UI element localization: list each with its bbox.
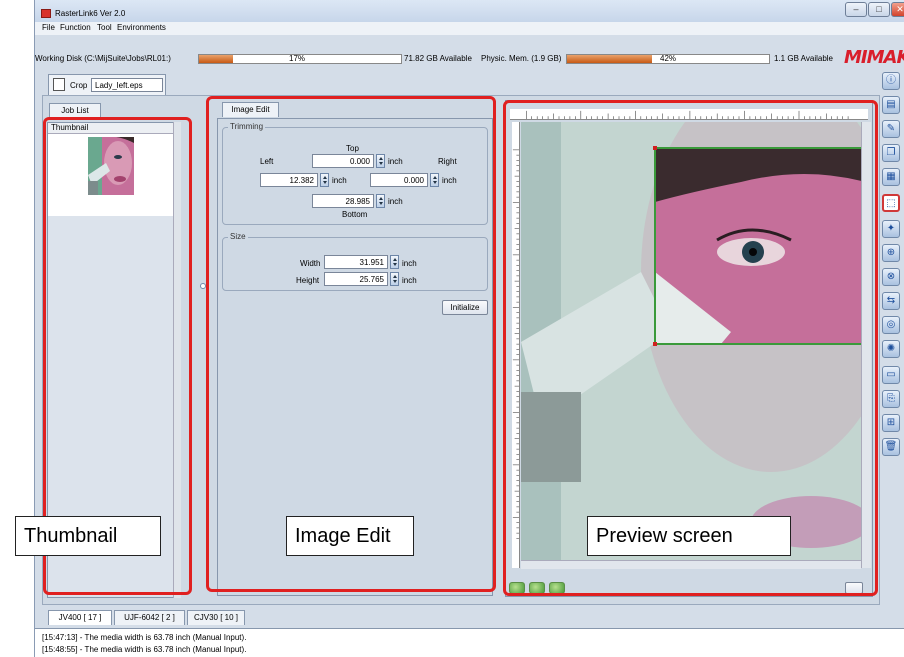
close-button[interactable]: ✕: [891, 2, 904, 17]
rip-and-print-icon[interactable]: ⇆: [882, 292, 900, 310]
job-tab[interactable]: Crop Lady_left.eps: [48, 74, 166, 95]
mimaki-logo: MIMAKI: [844, 47, 904, 68]
job-function-label: Crop: [70, 81, 88, 90]
message-log: [15:47:13] - The media width is 63.78 in…: [35, 628, 904, 657]
minimize-button[interactable]: –: [845, 2, 867, 17]
document-icon: [53, 78, 65, 91]
callout-thumbnail: Thumbnail: [15, 516, 161, 556]
menu-environments[interactable]: Environments: [117, 23, 166, 32]
copy-icon[interactable]: ⎘: [882, 390, 900, 408]
media-icon[interactable]: ▭: [882, 366, 900, 384]
print-icon[interactable]: ⊗: [882, 268, 900, 286]
disk-usage-fill: [199, 55, 234, 63]
rip-icon[interactable]: ⊕: [882, 244, 900, 262]
multiple-copies-icon[interactable]: ❐: [882, 144, 900, 162]
memory-available: 1.1 GB Available: [774, 54, 834, 63]
working-disk-label: Working Disk (C:\MijSuite\Jobs\RL01:): [35, 54, 171, 63]
app-icon: [41, 9, 51, 18]
window-title: RasterLink6 Ver 2.0: [55, 9, 126, 18]
menu-function[interactable]: Function: [60, 23, 91, 32]
title-bar: RasterLink6 Ver 2.0 – □ ✕: [35, 0, 904, 22]
layout-icon[interactable]: ▦: [882, 168, 900, 186]
memory-usage-fill: [567, 55, 652, 63]
info-icon[interactable]: ⓘ: [882, 72, 900, 90]
callout-image-edit: Image Edit: [286, 516, 414, 556]
menu-file[interactable]: File: [42, 23, 55, 32]
tile-icon[interactable]: ⊞: [882, 414, 900, 432]
maximize-button[interactable]: □: [868, 2, 890, 17]
crop-icon[interactable]: ⬚: [882, 194, 900, 212]
tab-printer-ujf6042[interactable]: UJF-6042 [ 2 ]: [114, 610, 185, 625]
edit-icon[interactable]: ✎: [882, 120, 900, 138]
function-toolbar: ⓘ ▤ ✎ ❐ ▦ ⬚ ✦ ⊕ ⊗ ⇆ ◎ ✺ ▭ ⎘ ⊞ 🗑: [878, 68, 904, 608]
menu-bar: File Function Tool Environments: [35, 22, 904, 35]
job-properties-icon[interactable]: ▤: [882, 96, 900, 114]
callout-preview-screen: Preview screen: [587, 516, 791, 556]
disk-usage-percent: 17%: [289, 54, 306, 63]
tab-printer-jv400[interactable]: JV400 [ 17 ]: [48, 610, 112, 625]
memory-label: Physic. Mem. (1.9 GB): [481, 54, 562, 63]
color-adjust-icon[interactable]: ◎: [882, 316, 900, 334]
color-collection-icon[interactable]: ✺: [882, 340, 900, 358]
job-filename: Lady_left.eps: [91, 78, 163, 92]
disk-available: 71.82 GB Available: [404, 54, 472, 63]
memory-usage-percent: 42%: [660, 54, 677, 63]
tab-job-list[interactable]: Job List: [49, 103, 101, 118]
delete-icon[interactable]: 🗑: [882, 438, 900, 456]
log-line: [15:47:13] - The media width is 63.78 in…: [42, 633, 247, 642]
composite-icon[interactable]: ✦: [882, 220, 900, 238]
log-line: [15:48:55] - The media width is 63.78 in…: [42, 645, 247, 654]
resource-status-bar: Working Disk (C:\MijSuite\Jobs\RL01:) 17…: [35, 42, 904, 64]
tab-printer-cjv30[interactable]: CJV30 [ 10 ]: [187, 610, 245, 625]
menu-tool[interactable]: Tool: [97, 23, 112, 32]
